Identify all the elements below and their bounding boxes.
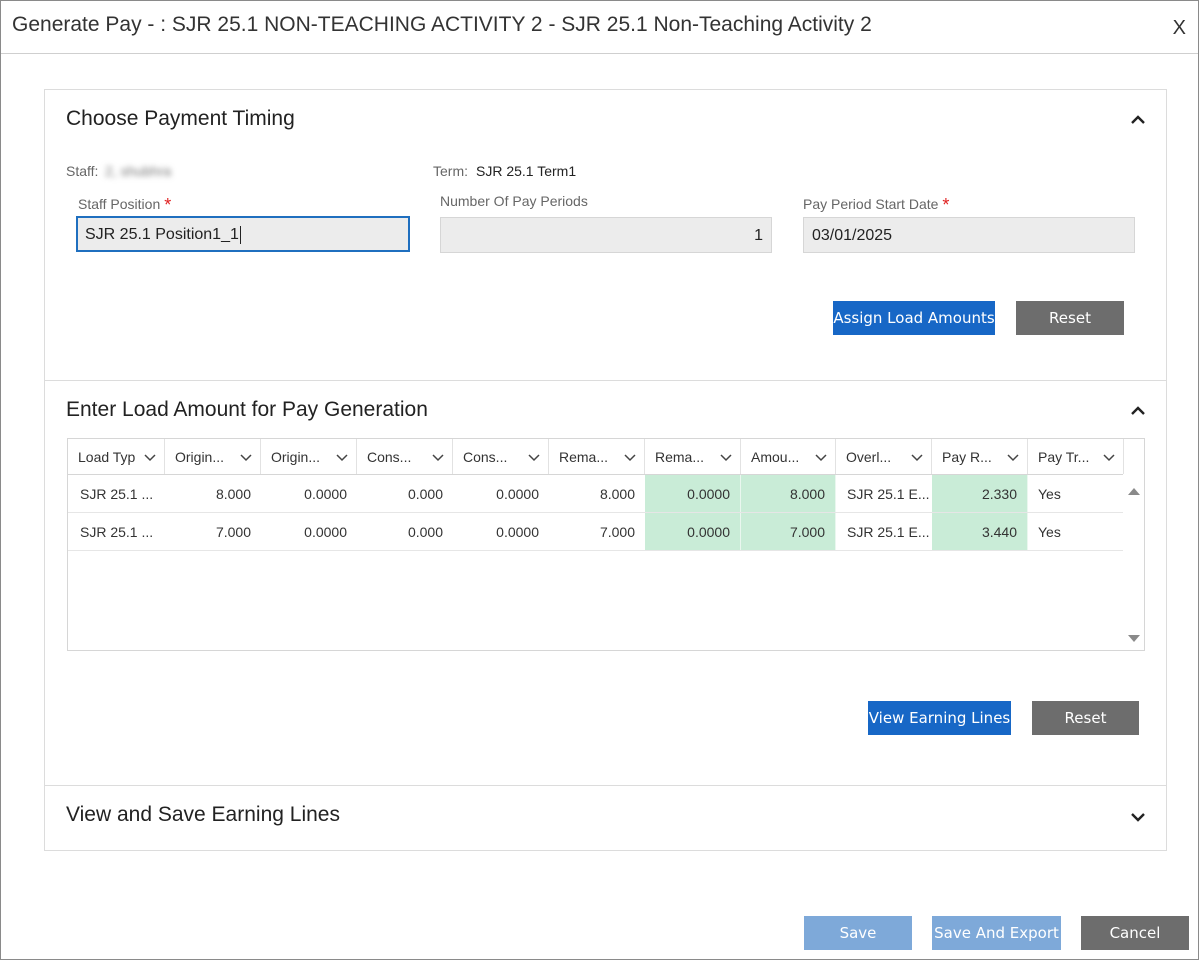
- table-cell: SJR 25.1 ...: [80, 524, 154, 540]
- payment-timing-title: Choose Payment Timing: [66, 107, 295, 130]
- cancel-button[interactable]: Cancel: [1081, 916, 1189, 950]
- table-cell: 0.0000: [496, 524, 539, 540]
- save-button[interactable]: Save: [804, 916, 912, 950]
- earning-lines-section: View and Save Earning Lines: [45, 786, 1166, 850]
- table-cell: SJR 25.1 ...: [80, 486, 154, 502]
- chevron-down-icon[interactable]: [815, 451, 827, 463]
- column-header[interactable]: Origin...: [165, 439, 261, 474]
- load-amount-section: Enter Load Amount for Pay Generation Loa…: [45, 381, 1166, 786]
- table-cell: 0.0000: [496, 486, 539, 502]
- start-date-label: Pay Period Start Date *: [803, 195, 950, 215]
- load-amount-grid: Load Typ Origin... Origin... Cons... Con…: [67, 438, 1145, 651]
- view-earning-lines-button[interactable]: View Earning Lines: [868, 701, 1011, 735]
- table-row[interactable]: SJR 25.1 ... 7.000 0.0000 0.000 0.0000 7…: [68, 513, 1123, 551]
- chevron-down-icon[interactable]: [1103, 451, 1115, 463]
- term-value: SJR 25.1 Term1: [476, 163, 577, 179]
- chevron-down-icon[interactable]: [1007, 451, 1019, 463]
- pay-periods-input[interactable]: 1: [440, 217, 772, 253]
- start-date-input[interactable]: 03/01/2025: [803, 217, 1135, 253]
- chevron-up-icon[interactable]: [1128, 110, 1148, 130]
- staff-position-label: Staff Position *: [78, 195, 172, 215]
- column-header[interactable]: Pay R...: [932, 439, 1028, 474]
- column-header[interactable]: Origin...: [261, 439, 357, 474]
- close-button[interactable]: X: [1173, 17, 1186, 40]
- term-label: Term:: [433, 163, 468, 179]
- reset-timing-button[interactable]: Reset: [1016, 301, 1124, 335]
- column-header[interactable]: Cons...: [357, 439, 453, 474]
- pay-periods-label: Number Of Pay Periods: [440, 193, 588, 209]
- editable-cell[interactable]: 8.000: [741, 475, 836, 512]
- chevron-down-icon[interactable]: [911, 451, 923, 463]
- editable-cell[interactable]: 7.000: [741, 513, 836, 550]
- table-cell: 7.000: [599, 524, 635, 540]
- chevron-down-icon[interactable]: [624, 451, 636, 463]
- editable-cell[interactable]: 3.440: [932, 513, 1028, 550]
- chevron-down-icon[interactable]: [144, 451, 156, 463]
- grid-header: Load Typ Origin... Origin... Cons... Con…: [68, 439, 1124, 475]
- column-header[interactable]: Rema...: [549, 439, 645, 474]
- table-cell: 8.000: [215, 486, 251, 502]
- load-amount-title: Enter Load Amount for Pay Generation: [66, 398, 428, 421]
- table-cell: 0.000: [407, 524, 443, 540]
- editable-cell[interactable]: 0.0000: [645, 475, 741, 512]
- vertical-scrollbar[interactable]: [1123, 475, 1144, 651]
- column-header[interactable]: Amou...: [741, 439, 836, 474]
- table-cell: SJR 25.1 E...: [847, 486, 930, 502]
- chevron-up-icon[interactable]: [1128, 401, 1148, 421]
- table-cell: SJR 25.1 E...: [847, 524, 930, 540]
- reset-load-button[interactable]: Reset: [1032, 701, 1139, 735]
- required-mark: *: [164, 195, 172, 215]
- editable-cell[interactable]: 2.330: [932, 475, 1028, 512]
- column-header[interactable]: Load Typ: [68, 439, 165, 474]
- table-cell: Yes: [1038, 524, 1061, 540]
- table-cell: 0.0000: [304, 524, 347, 540]
- chevron-down-icon[interactable]: [1128, 807, 1148, 827]
- chevron-down-icon[interactable]: [240, 451, 252, 463]
- staff-value: 2, shubhra: [105, 163, 172, 179]
- staff-position-input[interactable]: SJR 25.1 Position1_1: [76, 216, 410, 252]
- staff-label: Staff:: [66, 163, 99, 179]
- column-header[interactable]: Cons...: [453, 439, 549, 474]
- chevron-down-icon[interactable]: [432, 451, 444, 463]
- save-and-export-button[interactable]: Save And Export: [932, 916, 1061, 950]
- table-cell: 8.000: [599, 486, 635, 502]
- payment-timing-section: Choose Payment Timing Staff: 2, shubhra …: [45, 90, 1166, 381]
- chevron-down-icon[interactable]: [528, 451, 540, 463]
- column-header[interactable]: Overl...: [836, 439, 932, 474]
- required-mark: *: [942, 195, 950, 215]
- assign-load-amounts-button[interactable]: Assign Load Amounts: [833, 301, 995, 335]
- scroll-up-icon[interactable]: [1128, 488, 1140, 495]
- chevron-down-icon[interactable]: [720, 451, 732, 463]
- earning-lines-title: View and Save Earning Lines: [66, 803, 340, 826]
- table-cell: Yes: [1038, 486, 1061, 502]
- table-cell: 7.000: [215, 524, 251, 540]
- table-cell: 0.000: [407, 486, 443, 502]
- accordion: Choose Payment Timing Staff: 2, shubhra …: [44, 89, 1167, 851]
- column-header[interactable]: Rema...: [645, 439, 741, 474]
- table-cell: 0.0000: [304, 486, 347, 502]
- dialog-header: Generate Pay - : SJR 25.1 NON-TEACHING A…: [1, 1, 1198, 54]
- column-header[interactable]: Pay Tr...: [1028, 439, 1124, 474]
- scroll-down-icon[interactable]: [1128, 635, 1140, 642]
- table-row[interactable]: SJR 25.1 ... 8.000 0.0000 0.000 0.0000 8…: [68, 475, 1123, 513]
- chevron-down-icon[interactable]: [336, 451, 348, 463]
- dialog-title: Generate Pay - : SJR 25.1 NON-TEACHING A…: [12, 13, 872, 36]
- generate-pay-dialog: Generate Pay - : SJR 25.1 NON-TEACHING A…: [0, 0, 1199, 960]
- editable-cell[interactable]: 0.0000: [645, 513, 741, 550]
